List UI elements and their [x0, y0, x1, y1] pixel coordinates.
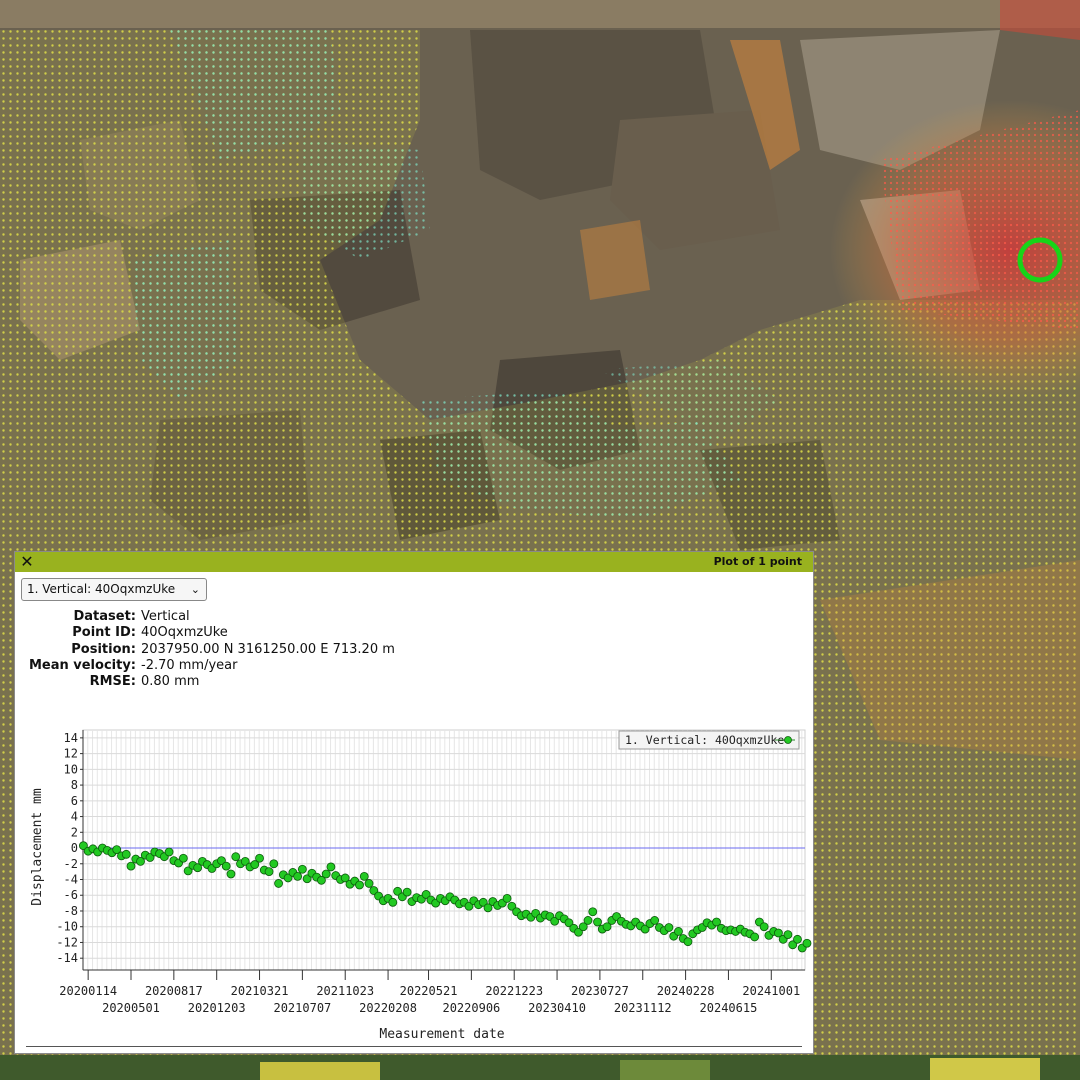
- data-point: [126, 861, 136, 871]
- x-tick-label: 20221223: [485, 984, 543, 998]
- point-info: Dataset: Vertical Point ID: 40OqxmzUke Pos…: [15, 609, 395, 690]
- y-tick-label: 6: [71, 794, 78, 808]
- x-tick-label: 20241001: [742, 984, 800, 998]
- info-label: RMSE:: [89, 674, 136, 690]
- data-point: [793, 934, 802, 944]
- close-icon[interactable]: ✕: [19, 553, 35, 571]
- data-point: [502, 893, 512, 903]
- info-point-id: Point ID: 40OqxmzUke: [15, 625, 395, 641]
- data-point: [226, 869, 236, 879]
- y-tick-label: -8: [64, 904, 78, 918]
- y-tick-label: -2: [64, 857, 78, 871]
- x-tick-label: 20210321: [231, 984, 289, 998]
- info-label: Position:: [71, 641, 136, 657]
- data-point: [355, 880, 364, 890]
- data-point: [593, 917, 602, 927]
- dataset-dropdown-value: 1. Vertical: 40OqxmzUke: [27, 582, 176, 596]
- x-tick-label: 20230727: [571, 984, 629, 998]
- x-tick-label: 20220521: [400, 984, 458, 998]
- x-tick-label: 20220208: [359, 1001, 417, 1015]
- data-point: [583, 916, 593, 925]
- info-rmse: RMSE: 0.80 mm: [15, 674, 395, 690]
- data-point: [269, 859, 279, 869]
- y-axis-label: Displacement mm: [30, 788, 45, 906]
- plot-panel: ✕ Plot of 1 point 1. Vertical: 40OqxmzUk…: [14, 551, 814, 1054]
- data-point: [750, 932, 760, 942]
- info-label: Point ID:: [72, 625, 136, 641]
- y-tick-label: -6: [64, 888, 78, 902]
- data-point: [264, 867, 274, 877]
- x-tick-label: 20200501: [102, 1001, 160, 1015]
- chevron-down-icon: ⌄: [190, 583, 200, 596]
- info-value: 2037950.00 N 3161250.00 E 713.20 m: [141, 641, 395, 657]
- data-point: [650, 916, 660, 925]
- data-point: [402, 887, 412, 897]
- y-tick-label: 8: [71, 778, 78, 792]
- data-point: [321, 869, 331, 879]
- legend-marker: [784, 736, 792, 744]
- data-point: [359, 871, 369, 881]
- y-tick-label: -14: [56, 951, 78, 965]
- x-tick-label: 20240228: [657, 984, 715, 998]
- info-value: 40OqxmzUke: [141, 625, 228, 641]
- data-point: [802, 938, 812, 948]
- x-axis-label: Measurement date: [379, 1027, 504, 1042]
- info-label: Mean velocity:: [28, 657, 136, 673]
- x-tick-label: 20210707: [273, 1001, 331, 1015]
- data-point: [297, 864, 307, 874]
- info-position: Position: 2037950.00 N 3161250.00 E 713.2…: [15, 642, 395, 658]
- data-point: [274, 879, 283, 888]
- data-point: [664, 923, 674, 932]
- y-tick-label: 0: [71, 841, 78, 855]
- info-value: -2.70 mm/year: [141, 657, 238, 673]
- data-point: [364, 879, 374, 888]
- data-point: [388, 897, 398, 907]
- data-point: [326, 862, 336, 872]
- data-point: [255, 853, 264, 863]
- data-point: [588, 907, 598, 917]
- data-point: [121, 849, 131, 859]
- panel-divider: [26, 1046, 802, 1047]
- info-mean-velocity: Mean velocity: -2.70 mm/year: [15, 658, 395, 674]
- chart-legend[interactable]: 1. Vertical: 40OqxmzUke: [618, 730, 800, 750]
- info-value: Vertical: [141, 609, 190, 624]
- info-dataset: Dataset: Vertical: [15, 609, 395, 625]
- x-tick-label: 20231112: [614, 1001, 672, 1015]
- y-tick-label: 10: [64, 762, 78, 776]
- panel-header: ✕ Plot of 1 point: [15, 552, 813, 572]
- x-tick-label: 20240615: [700, 1001, 758, 1015]
- data-point: [231, 852, 241, 862]
- info-label: Dataset:: [73, 609, 136, 624]
- x-tick-label: 20201203: [188, 1001, 246, 1015]
- y-tick-label: 2: [71, 825, 78, 839]
- y-tick-label: -4: [64, 873, 78, 887]
- x-tick-label: 20200817: [145, 984, 203, 998]
- data-point: [221, 861, 231, 871]
- data-point: [683, 937, 693, 947]
- panel-title: Plot of 1 point: [713, 555, 802, 568]
- data-point: [293, 871, 303, 881]
- y-tick-label: 12: [64, 747, 78, 761]
- y-tick-label: -12: [56, 935, 78, 949]
- data-point: [783, 930, 793, 939]
- x-tick-label: 20211023: [316, 984, 374, 998]
- data-point: [164, 847, 174, 857]
- displacement-chart[interactable]: 14 1210 8 6 42 0 -2 -4-6 -8 -10-12 -14 20200114 2020…: [15, 727, 813, 1047]
- y-tick-label: -10: [56, 920, 78, 934]
- x-tick-label: 20220906: [442, 1001, 500, 1015]
- info-value: 0.80 mm: [141, 674, 200, 690]
- data-point: [178, 853, 188, 863]
- x-tick-label: 20200114: [59, 984, 117, 998]
- y-tick-label: 4: [71, 810, 78, 824]
- legend-label: 1. Vertical: 40OqxmzUke: [625, 733, 784, 747]
- dataset-dropdown[interactable]: 1. Vertical: 40OqxmzUke ⌄: [21, 578, 207, 601]
- data-point: [674, 927, 683, 936]
- y-tick-label: 14: [64, 731, 78, 745]
- data-point: [759, 922, 769, 932]
- x-tick-label: 20230410: [528, 1001, 586, 1015]
